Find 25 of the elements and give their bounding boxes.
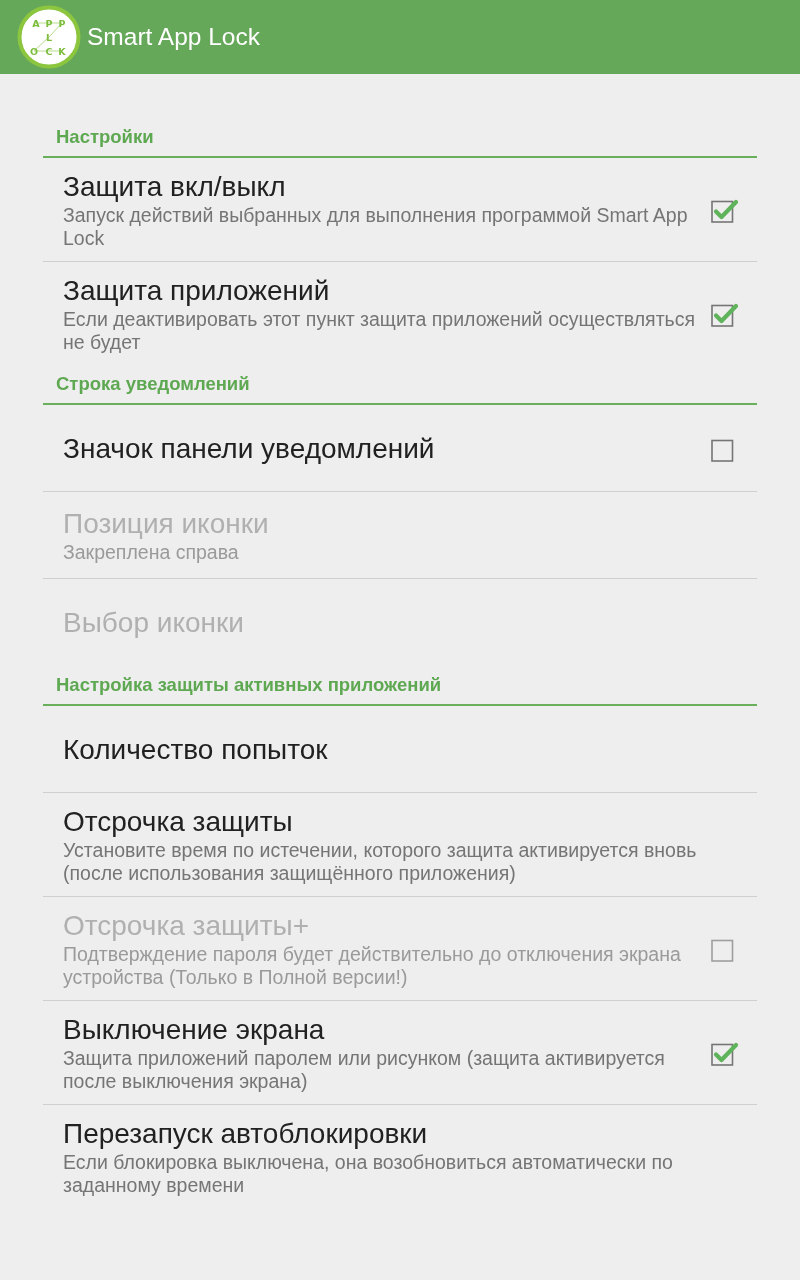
app-title: Smart App Lock <box>87 23 260 51</box>
setting-title: Выбор иконки <box>63 606 244 640</box>
setting-title: Значок панели уведомлений <box>63 431 435 466</box>
setting-description: Подтверждение пароля будет действительно до отключения экрана устройства (Только в Полной версии!) <box>63 943 682 989</box>
checkbox[interactable] <box>711 1040 739 1066</box>
section-header: Настройки <box>43 118 757 158</box>
setting-description: Если блокировка выключена, она возобновиться автоматически по заданному времени <box>63 1151 674 1197</box>
setting-title: Количество попыток <box>63 732 328 767</box>
setting-description: Закреплена справа <box>63 541 239 564</box>
setting-title: Позиция иконки <box>63 507 269 541</box>
section-header: Настройка защиты активных приложений <box>43 666 757 706</box>
setting-title: Выключение экрана <box>63 1013 325 1047</box>
setting-description: Если деактивировать этот пункт защита приложений осуществляться не будет <box>63 308 697 354</box>
section-header: Строка уведомлений <box>43 365 757 405</box>
checkbox[interactable] <box>711 301 739 327</box>
setting-title: Защита приложений <box>63 274 330 308</box>
setting-title: Защита вкл/выкл <box>63 170 286 204</box>
setting-title: Отсрочка защиты+ <box>63 909 309 943</box>
checkbox[interactable] <box>711 197 739 223</box>
setting-title: Отсрочка защиты <box>63 805 293 839</box>
app-logo: A P P L O C K <box>17 5 81 69</box>
setting-description: Защита приложений паролем или рисунком (защита активируется после выключения экрана) <box>63 1047 666 1093</box>
setting-description: Запуск действий выбранных для выполнения программой Smart App Lock <box>63 204 689 250</box>
setting-title: Перезапуск автоблокировки <box>63 1117 428 1151</box>
setting-description: Установите время по истечении, которого защита активируется вновь (после использования защищённого приложения) <box>63 839 698 885</box>
